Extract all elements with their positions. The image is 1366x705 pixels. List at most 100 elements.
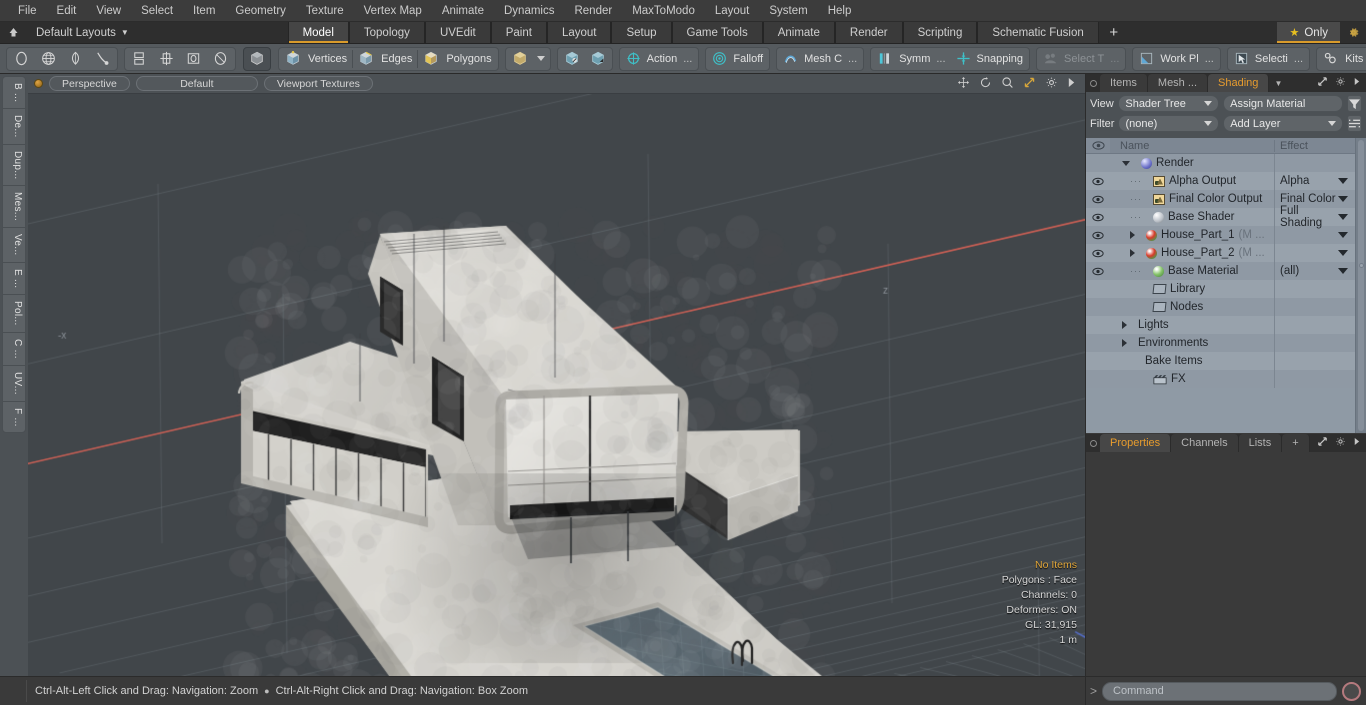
menu-item-geometry[interactable]: Geometry xyxy=(225,1,296,21)
layout-tab-setup[interactable]: Setup xyxy=(611,22,671,43)
pen-tool-icon[interactable] xyxy=(62,48,89,70)
zoom-icon[interactable] xyxy=(1001,76,1014,92)
gear-icon[interactable] xyxy=(1045,76,1058,92)
fit-view-icon[interactable] xyxy=(1023,76,1036,92)
panel-tab-items[interactable]: Items xyxy=(1100,74,1148,92)
circle-tool-icon[interactable] xyxy=(8,48,35,70)
properties-tab-lists[interactable]: Lists xyxy=(1239,434,1283,452)
default-layouts-dropdown[interactable]: Default Layouts ▼ xyxy=(26,22,139,43)
shader-tree-view-dropdown[interactable]: Shader Tree xyxy=(1118,95,1219,112)
layout-settings-gear-icon[interactable] xyxy=(1340,22,1366,43)
mode-vertices-button[interactable]: Vertices xyxy=(280,48,352,70)
shader-tree-row[interactable]: ··· Base Material (all) xyxy=(1086,262,1366,280)
menu-item-render[interactable]: Render xyxy=(564,1,622,21)
layout-tab-uvedit[interactable]: UVEdit xyxy=(425,22,491,43)
drill-tool-icon[interactable] xyxy=(207,48,234,70)
add-properties-tab-button[interactable]: + xyxy=(1282,434,1309,452)
properties-tab-channels[interactable]: Channels xyxy=(1171,434,1238,452)
effect-chevron-down-icon[interactable] xyxy=(1338,196,1348,202)
left-tool-tab-3[interactable]: Mes... xyxy=(3,186,25,228)
3d-scene-canvas[interactable] xyxy=(28,94,1085,676)
row-effect-cell[interactable]: (all) xyxy=(1274,262,1352,280)
action-center-group[interactable]: Action ... xyxy=(619,47,700,71)
shader-tree-scrollbar[interactable] xyxy=(1355,138,1366,433)
shader-tree-row[interactable]: House_Part_2 (M ... xyxy=(1086,244,1366,262)
panel-tab-mesh[interactable]: Mesh ... xyxy=(1148,74,1208,92)
expander-open-icon[interactable] xyxy=(1122,161,1130,166)
work-plane-group[interactable]: Work Pl ... xyxy=(1132,47,1220,71)
menu-item-help[interactable]: Help xyxy=(818,1,862,21)
mode-edges-button[interactable]: Edges xyxy=(353,48,417,70)
panel-tab-chevron-down-icon[interactable]: ▼ xyxy=(1269,74,1287,92)
row-visibility-toggle[interactable] xyxy=(1086,231,1110,240)
left-tool-tab-0[interactable]: B ... xyxy=(3,77,25,109)
effect-chevron-down-icon[interactable] xyxy=(1338,250,1348,256)
menu-item-texture[interactable]: Texture xyxy=(296,1,354,21)
mode-polygons-button[interactable]: Polygons xyxy=(418,48,496,70)
shader-tree-row[interactable]: Render xyxy=(1086,154,1366,172)
left-tool-tab-7[interactable]: C ... xyxy=(3,333,25,366)
expander-closed-icon[interactable] xyxy=(1122,339,1127,347)
pan-icon[interactable] xyxy=(957,76,970,92)
menu-item-edit[interactable]: Edit xyxy=(47,1,87,21)
selection-set-button[interactable]: Selecti ... xyxy=(1229,48,1308,70)
mesh-constraint-group[interactable]: Mesh C ... xyxy=(776,47,864,71)
select-backface-icon[interactable] xyxy=(585,48,611,70)
selection-mode-chevron-down-icon[interactable] xyxy=(537,56,545,61)
rotate-icon[interactable] xyxy=(979,76,992,92)
add-layout-tab-button[interactable]: + xyxy=(1099,22,1129,43)
center-tool-icon[interactable] xyxy=(153,48,180,70)
play-arrow-icon[interactable] xyxy=(1067,77,1076,91)
row-effect-cell[interactable] xyxy=(1274,226,1352,244)
left-tool-tab-5[interactable]: E ... xyxy=(3,263,25,295)
left-tool-tab-6[interactable]: Pol... xyxy=(3,295,25,333)
layout-tab-game-tools[interactable]: Game Tools xyxy=(672,22,763,43)
shader-tree-row[interactable]: Lights xyxy=(1086,316,1366,334)
menu-item-file[interactable]: File xyxy=(8,1,47,21)
left-tool-tab-8[interactable]: UV... xyxy=(3,366,25,402)
shader-tree-row[interactable]: Library xyxy=(1086,280,1366,298)
layout-tab-model[interactable]: Model xyxy=(288,22,349,43)
expander-closed-icon[interactable] xyxy=(1130,231,1135,239)
menu-item-layout[interactable]: Layout xyxy=(705,1,760,21)
left-tool-tab-1[interactable]: De... xyxy=(3,109,25,145)
assign-material-button[interactable]: Assign Material xyxy=(1223,95,1343,112)
layout-tab-scripting[interactable]: Scripting xyxy=(903,22,978,43)
select-through-icon[interactable] xyxy=(559,48,585,70)
scrollbar-grip[interactable] xyxy=(1359,263,1364,268)
row-visibility-toggle[interactable] xyxy=(1086,249,1110,258)
menu-item-view[interactable]: View xyxy=(86,1,131,21)
falloff-button[interactable]: Falloff xyxy=(707,48,768,70)
row-visibility-toggle[interactable] xyxy=(1086,267,1110,276)
viewport-textures-dropdown[interactable]: Viewport Textures xyxy=(264,76,373,91)
layer-list-options-icon[interactable] xyxy=(1347,115,1362,132)
menu-item-system[interactable]: System xyxy=(759,1,817,21)
globe-tool-icon[interactable] xyxy=(35,48,62,70)
layout-tab-render[interactable]: Render xyxy=(835,22,903,43)
row-effect-cell[interactable]: Alpha xyxy=(1274,172,1352,190)
kits-button[interactable]: Kits xyxy=(1318,48,1366,70)
properties-overflow-arrow-icon[interactable] xyxy=(1353,437,1360,449)
selection-set-group[interactable]: Selecti ... xyxy=(1227,47,1310,71)
shader-tree-row[interactable]: House_Part_1 (M ... xyxy=(1086,226,1366,244)
layout-tab-layout[interactable]: Layout xyxy=(547,22,612,43)
snapping-button[interactable]: Snapping xyxy=(951,48,1029,70)
kits-group[interactable]: Kits xyxy=(1316,47,1366,71)
maximize-panel-icon[interactable] xyxy=(1317,76,1328,90)
panel-overflow-arrow-icon[interactable] xyxy=(1353,77,1360,89)
menu-item-dynamics[interactable]: Dynamics xyxy=(494,1,564,21)
row-effect-cell[interactable] xyxy=(1274,244,1352,262)
shader-tree-row[interactable]: Environments xyxy=(1086,334,1366,352)
panel-tab-shading[interactable]: Shading xyxy=(1208,74,1269,92)
select-through-button[interactable]: Select T ... xyxy=(1038,48,1124,70)
curve-tool-icon[interactable] xyxy=(89,48,116,70)
viewport-projection-dropdown[interactable]: Perspective xyxy=(49,76,130,91)
layout-tab-animate[interactable]: Animate xyxy=(763,22,835,43)
filter-funnel-icon[interactable] xyxy=(1347,95,1362,112)
selection-mode-icon[interactable] xyxy=(507,48,533,70)
properties-tab-properties[interactable]: Properties xyxy=(1100,434,1171,452)
only-toggle-button[interactable]: ★ Only xyxy=(1277,22,1340,43)
panel-settings-gear-icon[interactable] xyxy=(1335,76,1346,90)
effect-chevron-down-icon[interactable] xyxy=(1338,178,1348,184)
layout-tab-schematic-fusion[interactable]: Schematic Fusion xyxy=(977,22,1098,43)
